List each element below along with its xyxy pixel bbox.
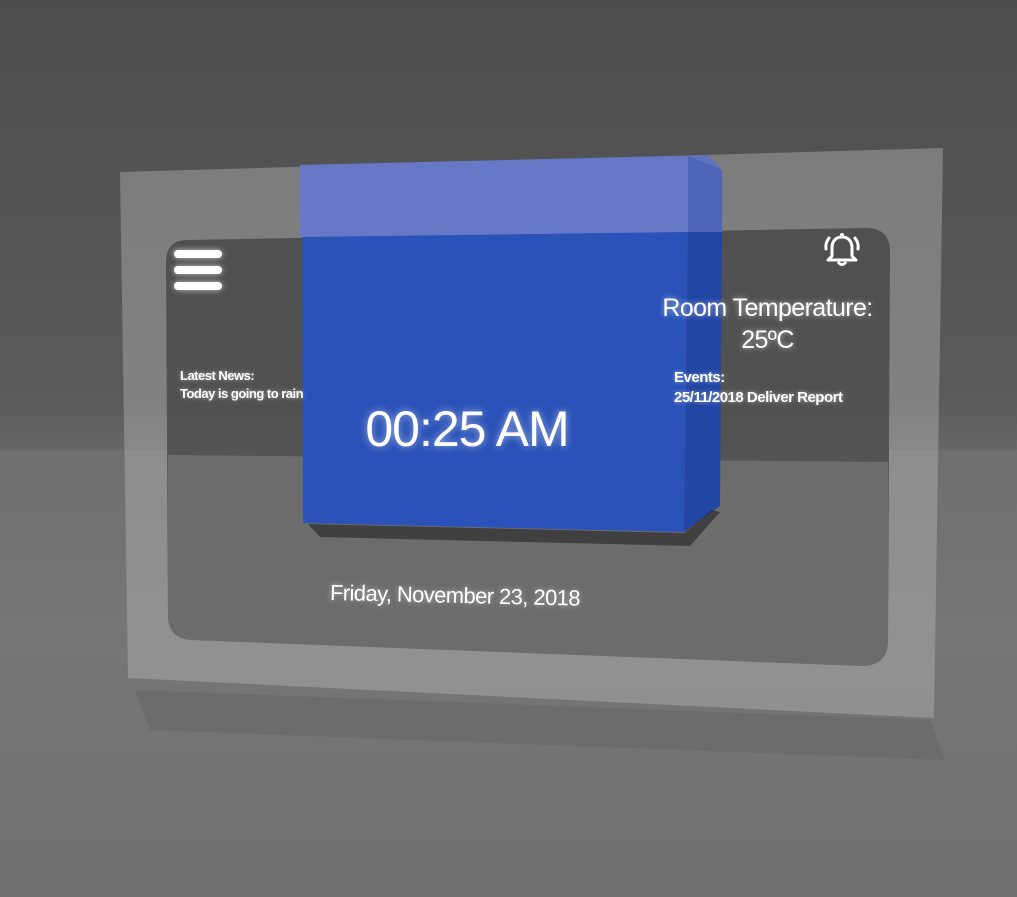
news-heading: Latest News: [180,368,255,383]
latest-news: Latest News: Today is going to rain [180,367,304,403]
clock-time: 00:25 AM [365,401,569,457]
temperature-label: Room Temperature: [662,294,873,322]
menu-line [174,250,222,258]
alarm-bell-glyph [824,233,860,266]
room-temperature: Room Temperature: 25ºC [655,292,880,356]
clock-date: Friday, November 23, 2018 [329,580,581,611]
scene-background: Latest News: Today is going to rain Room… [0,0,1017,897]
event-item: 25/11/2018 Deliver Report [674,389,843,406]
floor [0,450,1017,897]
cube-side-upper [688,156,722,235]
events-heading: Events: [674,369,725,386]
cube-front-upper [300,156,688,237]
temperature-value: 25ºC [741,326,794,354]
menu-line [174,282,222,290]
hamburger-menu-icon[interactable] [174,248,224,296]
news-text: Today is going to rain [180,386,304,401]
alarm-bell-icon[interactable] [822,232,862,268]
events: Events: 25/11/2018 Deliver Report [674,368,843,408]
menu-line [174,266,222,274]
cube-top-face [300,155,722,180]
